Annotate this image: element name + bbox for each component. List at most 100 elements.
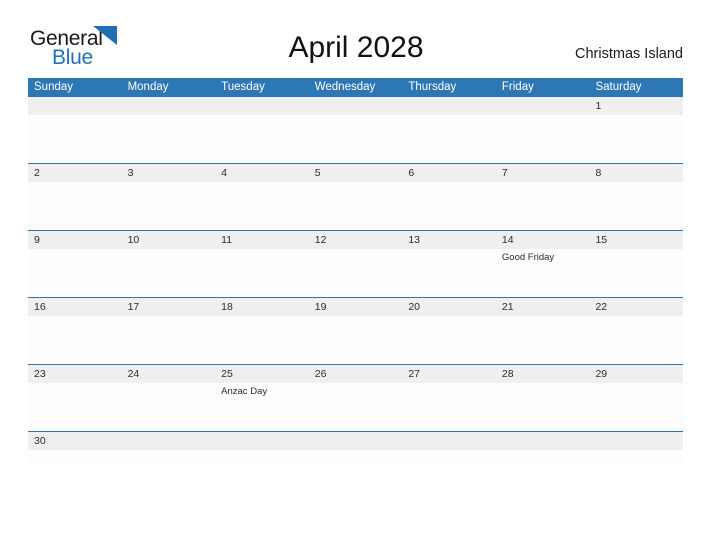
day-event	[402, 249, 496, 297]
day-number[interactable]: 3	[122, 164, 216, 182]
day-event	[496, 316, 590, 364]
day-number[interactable]: 30	[28, 432, 122, 450]
day-event	[589, 115, 683, 163]
calendar-week-row: 9 10 11 12 13 14 15 Good Friday	[28, 230, 683, 297]
calendar-week-row: 1	[28, 97, 683, 163]
day-number[interactable]: 10	[122, 231, 216, 249]
day-event	[309, 383, 403, 431]
day-event	[122, 383, 216, 431]
location-label: Christmas Island	[575, 46, 683, 62]
day-event	[402, 316, 496, 364]
day-event	[589, 316, 683, 364]
day-number[interactable]: 15	[589, 231, 683, 249]
day-number[interactable]	[589, 432, 683, 450]
day-number[interactable]: 7	[496, 164, 590, 182]
day-number[interactable]: 27	[402, 365, 496, 383]
day-number[interactable]	[215, 97, 309, 115]
day-number[interactable]: 1	[589, 97, 683, 115]
day-event	[402, 450, 496, 464]
week-event-band: Anzac Day	[28, 383, 683, 431]
day-number[interactable]: 25	[215, 365, 309, 383]
day-number[interactable]	[215, 432, 309, 450]
day-event-good-friday: Good Friday	[501, 252, 555, 263]
day-number[interactable]	[402, 432, 496, 450]
calendar-week-row: 2 3 4 5 6 7 8	[28, 163, 683, 230]
day-event	[309, 182, 403, 230]
day-number[interactable]	[122, 432, 216, 450]
day-event	[28, 249, 122, 297]
weekday-header-wednesday: Wednesday	[314, 81, 376, 93]
day-number[interactable]: 23	[28, 365, 122, 383]
week-day-number-band: 1	[28, 97, 683, 115]
weekday-header-thursday: Thursday	[408, 81, 457, 93]
day-event	[122, 182, 216, 230]
day-number[interactable]	[402, 97, 496, 115]
week-day-number-band: 9 10 11 12 13 14 15	[28, 231, 683, 249]
day-number[interactable]: 26	[309, 365, 403, 383]
day-number[interactable]: 17	[122, 298, 216, 316]
day-number[interactable]: 6	[402, 164, 496, 182]
day-event	[309, 115, 403, 163]
day-number[interactable]: 13	[402, 231, 496, 249]
day-number[interactable]: 24	[122, 365, 216, 383]
day-number[interactable]: 21	[496, 298, 590, 316]
day-event	[402, 115, 496, 163]
day-number[interactable]: 5	[309, 164, 403, 182]
weekday-header-saturday: Saturday	[595, 81, 642, 93]
day-event	[122, 316, 216, 364]
day-event	[496, 450, 590, 464]
day-event	[122, 450, 216, 464]
day-number[interactable]	[122, 97, 216, 115]
day-event	[215, 182, 309, 230]
day-number[interactable]: 28	[496, 365, 590, 383]
day-event	[589, 383, 683, 431]
week-day-number-band: 2 3 4 5 6 7 8	[28, 164, 683, 182]
day-event	[589, 249, 683, 297]
day-event	[589, 182, 683, 230]
weekday-header-row: Sunday Monday Tuesday Wednesday Thursday…	[28, 78, 683, 97]
day-number[interactable]: 20	[402, 298, 496, 316]
day-event	[496, 182, 590, 230]
day-number[interactable]: 11	[215, 231, 309, 249]
day-event	[215, 249, 309, 297]
day-number[interactable]	[309, 432, 403, 450]
day-number[interactable]: 29	[589, 365, 683, 383]
day-event	[28, 115, 122, 163]
day-event	[28, 383, 122, 431]
day-number[interactable]	[309, 97, 403, 115]
day-number[interactable]	[28, 97, 122, 115]
day-number[interactable]: 12	[309, 231, 403, 249]
day-number[interactable]: 9	[28, 231, 122, 249]
day-number[interactable]: 4	[215, 164, 309, 182]
day-number[interactable]: 19	[309, 298, 403, 316]
day-number[interactable]: 8	[589, 164, 683, 182]
day-number[interactable]: 2	[28, 164, 122, 182]
day-event	[402, 182, 496, 230]
day-event	[496, 383, 590, 431]
day-event	[122, 115, 216, 163]
day-number[interactable]	[496, 432, 590, 450]
calendar-grid: Sunday Monday Tuesday Wednesday Thursday…	[28, 78, 683, 464]
calendar-week-row: 30	[28, 431, 683, 464]
day-event	[309, 450, 403, 464]
day-number[interactable]: 16	[28, 298, 122, 316]
weekday-header-sunday: Sunday	[34, 81, 74, 93]
week-day-number-band: 30	[28, 432, 683, 450]
page-header: General Blue April 2028 Christmas Island	[0, 0, 712, 68]
day-number[interactable]: 22	[589, 298, 683, 316]
day-event	[215, 115, 309, 163]
week-event-band	[28, 316, 683, 364]
day-event	[309, 249, 403, 297]
day-number[interactable]	[496, 97, 590, 115]
week-event-band	[28, 182, 683, 230]
day-event	[496, 115, 590, 163]
day-number[interactable]: 14	[496, 231, 590, 249]
day-event	[28, 450, 122, 464]
weekday-header-monday: Monday	[127, 81, 169, 93]
weekday-header-tuesday: Tuesday	[221, 81, 265, 93]
day-event	[402, 383, 496, 431]
week-event-band	[28, 115, 683, 163]
calendar-week-row: 23 24 25 26 27 28 29 Anzac Day	[28, 364, 683, 431]
calendar-week-row: 16 17 18 19 20 21 22	[28, 297, 683, 364]
day-number[interactable]: 18	[215, 298, 309, 316]
